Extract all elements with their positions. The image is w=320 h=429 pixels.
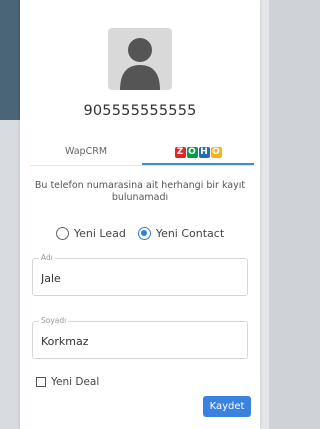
radio-new-lead[interactable]: Yeni Lead xyxy=(55,227,126,240)
zoho-logo-o2: O xyxy=(210,147,222,158)
save-button[interactable]: Kaydet xyxy=(203,396,251,417)
radio-new-lead-label: Yeni Lead xyxy=(73,227,126,240)
new-deal-label: Yeni Deal xyxy=(51,376,100,388)
avatar xyxy=(108,28,172,90)
contact-phone: 905555555555 xyxy=(83,103,197,119)
first-name-label: Adı xyxy=(39,253,55,262)
radio-new-contact-circle[interactable] xyxy=(137,227,151,240)
zoho-logo-h: H xyxy=(198,147,210,158)
new-deal-checkbox[interactable] xyxy=(36,377,46,387)
zoho-logo-z: Z xyxy=(174,147,186,158)
radio-new-lead-circle[interactable] xyxy=(55,227,69,240)
first-name-input[interactable] xyxy=(41,272,239,285)
record-type-group: Yeni Lead Yeni Contact xyxy=(20,227,260,240)
new-deal-option[interactable]: Yeni Deal xyxy=(36,376,99,388)
radio-new-contact[interactable]: Yeni Contact xyxy=(137,227,225,240)
background-right xyxy=(259,0,269,429)
last-name-label: Soyadı xyxy=(39,316,69,325)
crm-tabs: WapCRM Z O H O xyxy=(30,140,254,166)
contact-panel: 905555555555 WapCRM Z O H O Bu telefon n… xyxy=(20,0,260,429)
last-name-field: Soyadı xyxy=(32,316,248,359)
tab-zoho[interactable]: Z O H O xyxy=(142,140,254,165)
first-name-field: Adı xyxy=(32,253,248,296)
zoho-logo-icon: Z O H O xyxy=(174,147,222,158)
zoho-logo-o1: O xyxy=(186,147,198,158)
tab-wapcrm-label: WapCRM xyxy=(64,146,108,157)
tab-wapcrm[interactable]: WapCRM xyxy=(30,140,142,165)
radio-new-contact-label: Yeni Contact xyxy=(155,227,225,240)
no-record-message: Bu telefon numarasina ait herhangi bir k… xyxy=(34,180,246,203)
user-silhouette-icon xyxy=(120,38,160,90)
last-name-input[interactable] xyxy=(41,335,239,348)
background-left xyxy=(0,0,20,429)
